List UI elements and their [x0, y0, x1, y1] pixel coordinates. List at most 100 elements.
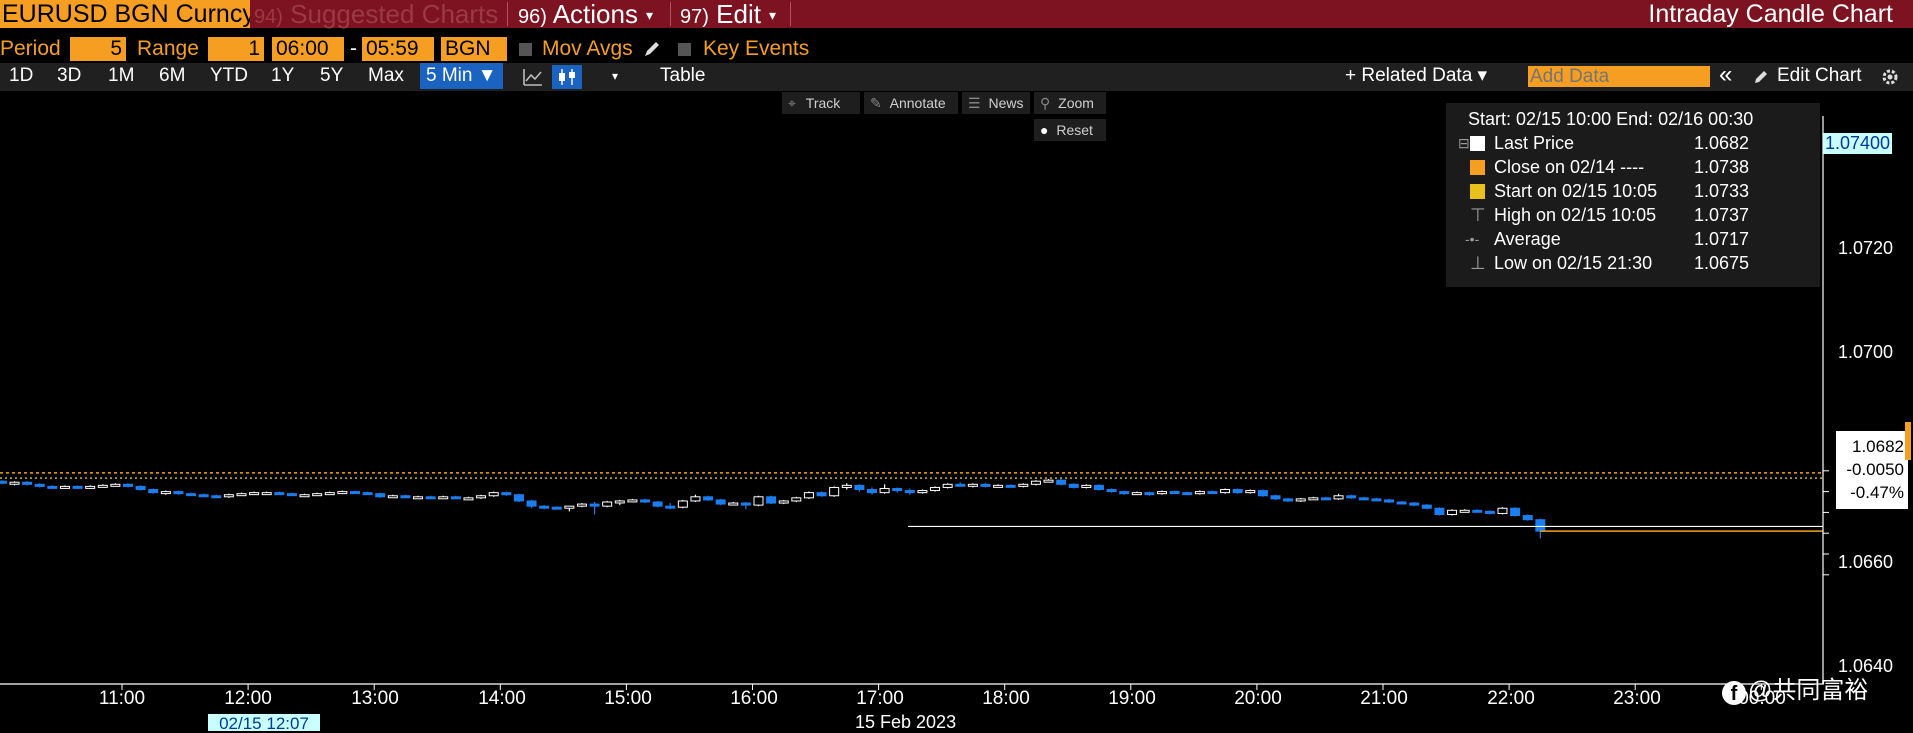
legend-name: Low on 02/15 21:30 [1494, 253, 1653, 273]
legend-row-high[interactable]: ⊤ High on 02/15 10:05 1.0737 [1446, 203, 1820, 227]
candle-body [186, 493, 197, 497]
legend-name: Last Price [1494, 133, 1575, 153]
last-price-box: 1.0682 -0.0050 -0.47% [1836, 431, 1908, 509]
candle-body [665, 505, 676, 509]
legend-row-low[interactable]: ⊥ Low on 02/15 21:30 1.0675 [1446, 251, 1820, 275]
legend-swatch [1470, 184, 1485, 199]
candle-body [753, 496, 764, 506]
candle-body [1106, 489, 1117, 493]
y-tick-label: 1.0660 [1838, 552, 1894, 572]
candle-body [1068, 483, 1079, 488]
candle-body [640, 499, 651, 503]
facebook-logo-icon: f [1722, 681, 1746, 705]
legend-value: 1.0675 [1694, 253, 1750, 273]
candle-body [614, 500, 625, 504]
candle-body [1056, 479, 1067, 485]
candle-body [211, 495, 222, 499]
candle-body [690, 496, 701, 502]
candle-body [236, 493, 247, 497]
candle-body [1131, 492, 1142, 496]
x-tick-label: 19:00 [1108, 688, 1156, 709]
x-tick-label: 15:00 [604, 688, 652, 709]
candle-body [513, 494, 524, 502]
candle-body [1409, 502, 1420, 506]
candle-body [715, 499, 726, 505]
x-tick-label: 18:00 [982, 688, 1030, 709]
candle-body [1421, 504, 1432, 509]
candle-body [1535, 519, 1546, 532]
candle-body [892, 487, 903, 492]
legend-header: Start: 02/15 10:00 End: 02/16 00:30 [1468, 109, 1754, 129]
candle-body [1245, 490, 1256, 494]
candle-body [526, 500, 537, 507]
legend-name: Start on 02/15 10:05 [1494, 181, 1658, 201]
candle-body [816, 492, 827, 497]
legend-row-close[interactable]: Close on 02/14 ---- 1.0738 [1446, 155, 1820, 179]
candle-body [728, 502, 739, 506]
candle-body [1018, 483, 1029, 487]
candle-body [1497, 507, 1508, 514]
legend-row-start[interactable]: Start on 02/15 10:05 1.0733 [1446, 179, 1820, 203]
candle-body [980, 483, 991, 487]
x-tick-label: 17:00 [856, 688, 904, 709]
candle-body [1333, 495, 1344, 500]
candle-body [362, 492, 373, 496]
candle-body [677, 500, 688, 508]
last-price-marker [1905, 422, 1911, 460]
price-change-value: -0.0050 [1846, 460, 1904, 479]
candle-body [312, 493, 323, 497]
y-tick-label: 1.0700 [1838, 342, 1894, 362]
candle-body [501, 492, 512, 496]
candle-body [1043, 479, 1054, 483]
candle-body [198, 494, 209, 498]
candle-body [652, 501, 663, 507]
candle-body [400, 495, 411, 499]
candle-body [1093, 484, 1104, 491]
high-marker-icon: ⊤ [1470, 205, 1486, 225]
candle-body [324, 492, 335, 496]
candle-body [1434, 507, 1445, 515]
candle-body [539, 505, 550, 509]
candle-body [740, 502, 751, 506]
legend-swatch [1470, 160, 1485, 175]
candle-body [551, 506, 562, 510]
candle-body [589, 503, 600, 507]
chart-legend: Start: 02/15 10:00 End: 02/16 00:30 ⊟ La… [1446, 103, 1820, 287]
collapse-square-icon: ⊟ [1458, 135, 1470, 151]
candle-body [778, 500, 789, 504]
candle-body [488, 492, 499, 497]
crosshair-date-label: 02/15 12:07 [208, 714, 320, 731]
x-tick-label: 13:00 [351, 688, 399, 709]
candle-body [450, 496, 461, 500]
candle-body [1447, 509, 1458, 515]
candle-body [791, 497, 802, 502]
legend-row-last-price[interactable]: ⊟ Last Price 1.0682 [1446, 131, 1820, 155]
candle-body [274, 492, 285, 496]
x-tick-label: 21:00 [1360, 688, 1408, 709]
x-tick-label: 14:00 [478, 688, 526, 709]
candle-body [59, 485, 70, 489]
candle-body [110, 483, 121, 487]
candle-body [841, 484, 852, 488]
candle-body [375, 493, 386, 498]
candle-body [299, 494, 310, 498]
candle-body [1346, 495, 1357, 499]
legend-row-average[interactable]: -•- Average 1.0717 [1446, 227, 1820, 251]
candle-body [160, 491, 171, 495]
candle-body [1522, 515, 1533, 521]
candle-body [1295, 498, 1306, 502]
close-price-axis-label: 1.07400 [1823, 133, 1893, 154]
x-date-label: 15 Feb 2023 [855, 712, 957, 732]
candle-body [1194, 491, 1205, 495]
candle-body [1396, 501, 1407, 505]
candle-body [1371, 498, 1382, 502]
candle-body [22, 481, 33, 485]
candle-body [85, 485, 96, 489]
candle-body [349, 491, 360, 495]
candle-body [955, 483, 966, 487]
candle-body [1384, 499, 1394, 503]
candle-body [993, 484, 1004, 488]
candle-body [1157, 491, 1168, 495]
legend-value: 1.0737 [1694, 205, 1750, 225]
candle-body [917, 490, 928, 494]
